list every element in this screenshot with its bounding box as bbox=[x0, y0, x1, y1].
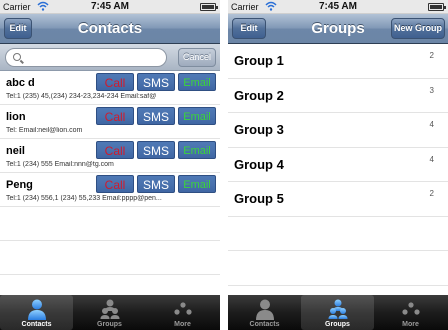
tab-more[interactable]: More bbox=[374, 295, 447, 330]
call-button[interactable]: Call bbox=[96, 73, 134, 91]
group-name: Group 1 bbox=[234, 53, 284, 68]
group-icon bbox=[100, 299, 119, 319]
contacts-screen: Carrier 7:45 AM Edit Contacts Cancel abc… bbox=[0, 0, 220, 330]
group-row[interactable]: Group 2 3 bbox=[228, 79, 448, 113]
contact-name: neil bbox=[6, 145, 25, 157]
group-icon bbox=[328, 299, 347, 319]
cancel-button[interactable]: Cancel bbox=[178, 48, 216, 67]
group-list: Group 1 2 Group 2 3 Group 3 4 Group 4 4 … bbox=[228, 44, 448, 286]
group-count: 2 bbox=[429, 51, 434, 60]
contact-row[interactable]: abc d Call SMS Email Tel:1 (235) 45,(234… bbox=[0, 71, 220, 105]
group-row[interactable]: Group 4 4 bbox=[228, 148, 448, 182]
contact-name: Peng bbox=[6, 179, 33, 191]
email-button[interactable]: Email bbox=[178, 141, 216, 159]
status-time: 7:45 AM bbox=[91, 1, 129, 12]
tab-label: Groups bbox=[325, 321, 350, 328]
contact-detail: Tel:1 (235) 45,(234) 234-23,234-234 Emai… bbox=[6, 93, 157, 100]
contact-row[interactable]: neil Call SMS Email Tel:1 (234) 555 Emai… bbox=[0, 139, 220, 173]
group-row[interactable]: Group 5 2 bbox=[228, 182, 448, 217]
contact-detail: Tel:1 (234) 556,1 (234) 55,233 Email:ppp… bbox=[6, 195, 162, 202]
battery-icon bbox=[200, 3, 218, 11]
tab-bar: Contacts Groups More bbox=[228, 295, 448, 330]
groups-navbar: Edit Groups New Group bbox=[228, 14, 448, 44]
new-group-button[interactable]: New Group bbox=[391, 18, 445, 39]
contact-name: lion bbox=[6, 111, 26, 123]
sms-button[interactable]: SMS bbox=[137, 175, 175, 193]
group-name: Group 3 bbox=[234, 122, 284, 137]
sms-button[interactable]: SMS bbox=[137, 73, 175, 91]
group-name: Group 2 bbox=[234, 87, 284, 103]
empty-row bbox=[228, 251, 448, 286]
battery-icon bbox=[428, 3, 446, 11]
tab-bar: Contacts Groups More bbox=[0, 295, 220, 330]
empty-row bbox=[228, 217, 448, 251]
call-button[interactable]: Call bbox=[96, 107, 134, 125]
tab-contacts[interactable]: Contacts bbox=[0, 295, 73, 330]
tab-label: More bbox=[402, 321, 419, 328]
group-count: 2 bbox=[429, 189, 434, 198]
group-count: 3 bbox=[429, 85, 434, 95]
status-bar: Carrier 7:45 AM bbox=[0, 0, 220, 14]
contact-row[interactable]: lion Call SMS Email Tel: Email:neil@lion… bbox=[0, 105, 220, 139]
contact-row[interactable]: Peng Call SMS Email Tel:1 (234) 556,1 (2… bbox=[0, 173, 220, 207]
status-bar: Carrier 7:45 AM bbox=[228, 0, 448, 14]
tab-groups[interactable]: Groups bbox=[301, 295, 374, 330]
group-name: Group 5 bbox=[234, 191, 284, 206]
search-input[interactable] bbox=[5, 48, 167, 67]
call-button[interactable]: Call bbox=[96, 175, 134, 193]
page-title: Contacts bbox=[77, 20, 143, 37]
group-name: Group 4 bbox=[234, 156, 284, 172]
sms-button[interactable]: SMS bbox=[137, 107, 175, 125]
person-icon bbox=[27, 299, 46, 320]
group-count: 4 bbox=[429, 154, 434, 164]
tab-contacts[interactable]: Contacts bbox=[228, 295, 301, 330]
contact-detail: Tel: Email:neil@lion.com bbox=[6, 127, 83, 134]
tab-label: More bbox=[174, 321, 191, 328]
email-button[interactable]: Email bbox=[178, 73, 216, 91]
divider bbox=[220, 0, 228, 330]
email-button[interactable]: Email bbox=[178, 107, 216, 125]
search-icon bbox=[13, 53, 21, 61]
tab-label: Contacts bbox=[249, 321, 280, 328]
tab-label: Groups bbox=[97, 321, 122, 328]
person-icon bbox=[255, 299, 274, 320]
contact-detail: Tel:1 (234) 555 Email:nnn@tg.com bbox=[6, 161, 114, 168]
contact-list: abc d Call SMS Email Tel:1 (235) 45,(234… bbox=[0, 71, 220, 275]
more-icon bbox=[401, 302, 420, 315]
tab-more[interactable]: More bbox=[146, 295, 219, 330]
group-row[interactable]: Group 1 2 bbox=[228, 44, 448, 79]
tab-groups[interactable]: Groups bbox=[73, 295, 146, 330]
groups-screen: Carrier 7:45 AM Edit Groups New Group Gr… bbox=[228, 0, 448, 330]
contacts-navbar: Edit Contacts bbox=[0, 14, 220, 44]
more-icon bbox=[173, 302, 192, 315]
group-row[interactable]: Group 3 4 bbox=[228, 113, 448, 148]
empty-row bbox=[0, 241, 220, 275]
contact-name: abc d bbox=[6, 77, 35, 89]
search-bar: Cancel bbox=[0, 44, 220, 71]
sms-button[interactable]: SMS bbox=[137, 141, 175, 159]
status-time: 7:45 AM bbox=[319, 1, 357, 12]
group-count: 4 bbox=[429, 120, 434, 129]
email-button[interactable]: Email bbox=[178, 175, 216, 193]
call-button[interactable]: Call bbox=[96, 141, 134, 159]
tab-label: Contacts bbox=[21, 321, 52, 328]
empty-row bbox=[0, 207, 220, 241]
